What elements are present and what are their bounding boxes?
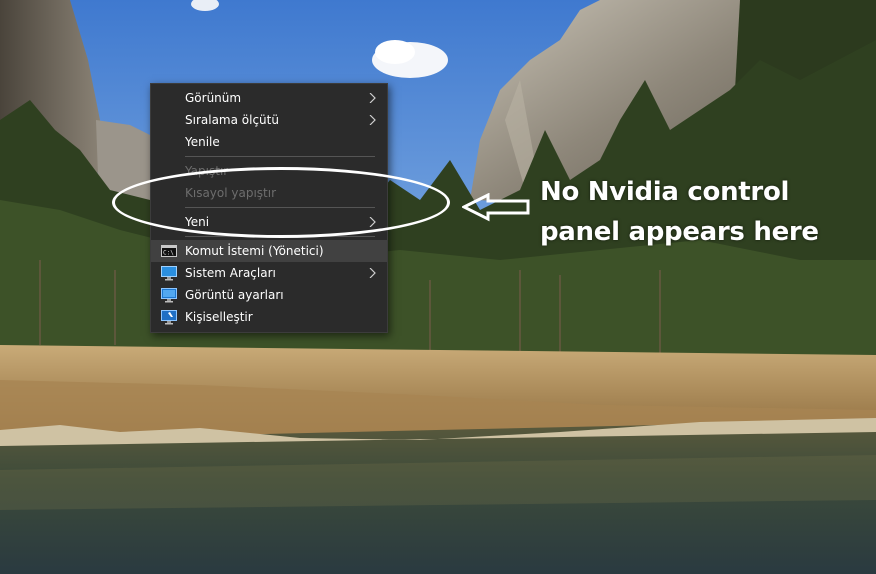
chevron-right-icon — [369, 268, 376, 278]
menu-item-label: Sıralama ölçütü — [185, 113, 279, 127]
chevron-right-icon — [369, 115, 376, 125]
desktop-wallpaper — [0, 0, 876, 574]
menu-item-system-tools[interactable]: Sistem Araçları — [151, 262, 387, 284]
menu-item-label: Kişiselleştir — [185, 310, 253, 324]
wallpaper-landscape-image — [0, 0, 876, 574]
monitor-icon — [161, 266, 177, 281]
menu-item-display-settings[interactable]: Görüntü ayarları — [151, 284, 387, 306]
svg-text:C:\: C:\ — [163, 250, 174, 257]
menu-item-command-prompt-admin[interactable]: C:\ Komut İstemi (Yönetici) — [151, 240, 387, 262]
menu-item-refresh[interactable]: Yenile — [151, 131, 387, 153]
left-arrow-icon — [462, 193, 530, 222]
menu-item-label: Yenile — [185, 135, 220, 149]
menu-separator — [185, 156, 375, 157]
command-prompt-icon: C:\ — [161, 245, 177, 257]
display-settings-icon — [161, 288, 177, 303]
menu-item-label: Görüntü ayarları — [185, 288, 284, 302]
menu-item-view[interactable]: Görünüm — [151, 87, 387, 109]
menu-item-sort-by[interactable]: Sıralama ölçütü — [151, 109, 387, 131]
menu-item-personalize[interactable]: Kişiselleştir — [151, 306, 387, 328]
menu-item-label: Komut İstemi (Yönetici) — [185, 244, 324, 258]
menu-item-label: Sistem Araçları — [185, 266, 276, 280]
chevron-right-icon — [369, 93, 376, 103]
annotation-text: No Nvidia control panel appears here — [540, 177, 819, 247]
annotation-highlight-ellipse — [112, 167, 450, 238]
personalize-icon — [161, 310, 177, 325]
menu-item-label: Görünüm — [185, 91, 242, 105]
